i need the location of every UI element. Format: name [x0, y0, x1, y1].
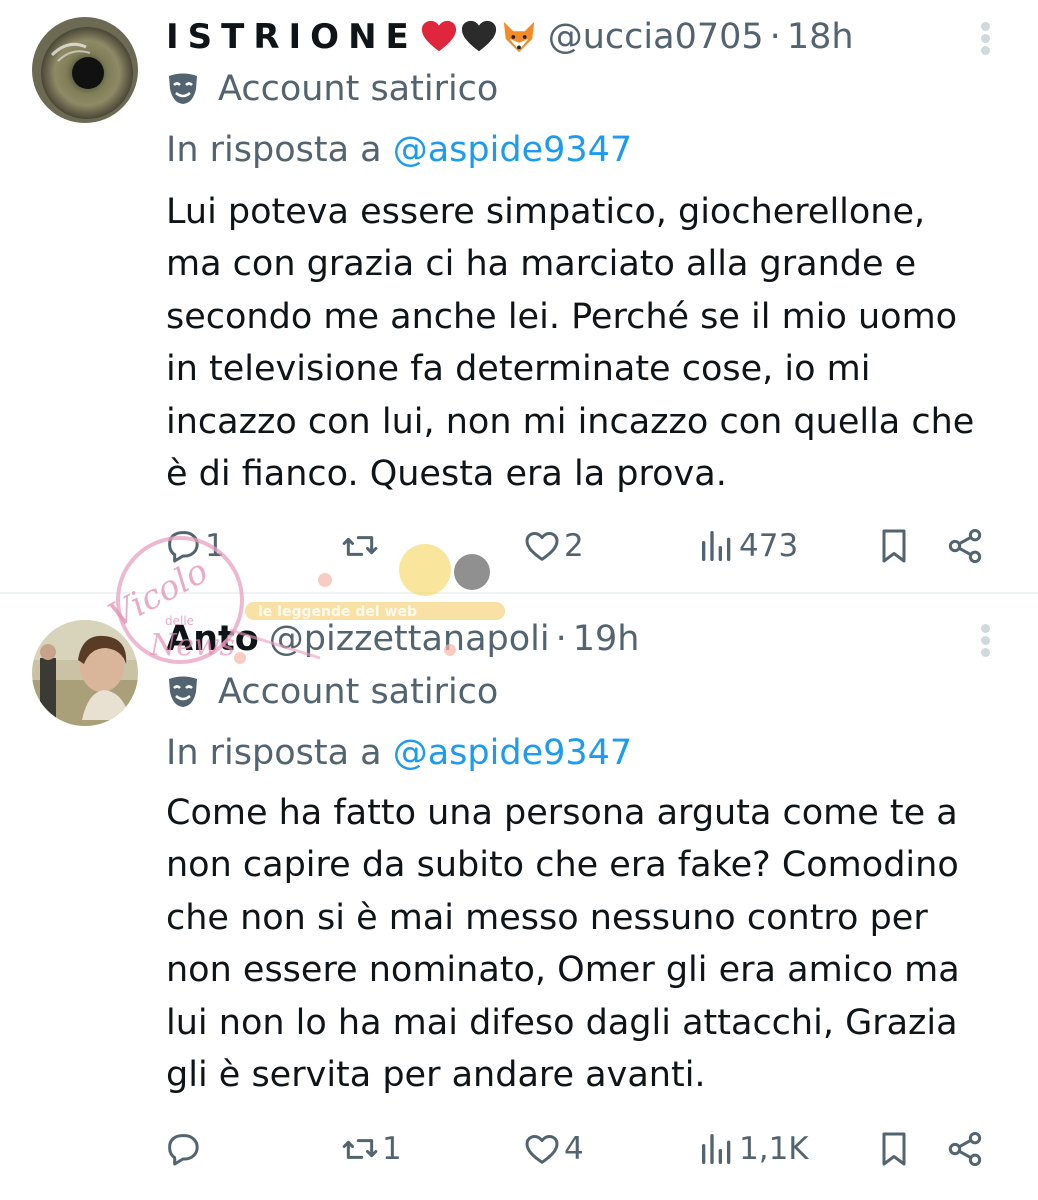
tweet-text: Come ha fatto una persona arguta come te… — [166, 787, 1006, 1101]
tweet-text-line: non essere nominato, Omer gli era amico … — [166, 950, 960, 991]
reply-icon — [168, 1134, 199, 1166]
tweet-text-line: incazzo con lui, non mi incazzo con quel… — [166, 401, 975, 442]
reply-button[interactable]: 1 — [163, 521, 225, 571]
like-button[interactable]: 2 — [522, 521, 584, 571]
reply-mention-link[interactable]: @aspide9347 — [393, 733, 632, 773]
reply-context: In risposta a @aspide9347 — [166, 730, 632, 776]
theater-mask-icon — [169, 73, 197, 104]
action-bar: 1 4 1,1K — [0, 1124, 1038, 1174]
tweet[interactable]: ISTRIONE @uccia0705 · 18h Account satiri… — [0, 0, 1038, 592]
tweet-text-line: Lui poteva essere simpatico, giocherello… — [166, 192, 926, 232]
tweet-text-line: in televisione fa determinate cose, io m… — [166, 349, 871, 390]
avatar[interactable] — [32, 620, 138, 726]
like-count: 2 — [564, 528, 584, 564]
retweet-count: 1 — [382, 1131, 402, 1167]
display-name[interactable]: ISTRIONE — [166, 14, 418, 60]
tweet-header: ISTRIONE @uccia0705 · 18h — [166, 14, 854, 60]
account-label-text: Account satirico — [218, 69, 499, 109]
reply-count: 1 — [205, 528, 225, 564]
views-icon — [702, 531, 731, 561]
black-heart-emoji — [461, 20, 496, 52]
share-icon — [948, 1132, 982, 1166]
reply-prefix: In risposta a — [166, 130, 382, 170]
fox-face-emoji — [503, 21, 534, 53]
tweet-text-line: lui non lo ha mai difeso dagli attacchi,… — [166, 1002, 958, 1043]
tweet-text-line: è di fianco. Questa era la prova. — [166, 454, 727, 495]
tweet-text-line: non capire da subito che era fake? Comod… — [166, 845, 959, 886]
tweet-text-line: secondo me anche lei. Perché se il mio u… — [166, 296, 958, 337]
tweet-text-line: Come ha fatto una persona arguta come te… — [166, 793, 958, 833]
action-bar: 1 2 473 — [0, 521, 1038, 571]
tweet[interactable]: Anto @pizzettanapoli · 19h Account satir… — [0, 594, 1038, 1200]
bookmark-icon — [882, 1132, 906, 1166]
share-button[interactable] — [945, 521, 985, 571]
tweet-text-line: ma con grazia ci ha marciato alla grande… — [166, 244, 917, 285]
red-heart-emoji — [421, 20, 456, 52]
display-name[interactable]: Anto — [166, 616, 259, 662]
bookmark-icon — [882, 529, 906, 563]
retweet-icon — [342, 1139, 378, 1159]
reply-prefix: In risposta a — [166, 733, 382, 773]
timestamp[interactable]: 18h — [787, 14, 854, 60]
bookmark-button[interactable] — [874, 1124, 914, 1174]
views-count: 1,1K — [739, 1131, 809, 1167]
tweet-text: Lui poteva essere simpatico, giocherello… — [166, 186, 1006, 500]
account-label: Account satirico — [166, 67, 498, 111]
views-button[interactable]: 1,1K — [697, 1124, 809, 1174]
more-vertical-icon[interactable] — [976, 18, 996, 58]
reply-mention-link[interactable]: @aspide9347 — [393, 130, 632, 170]
tweet-text-line: che non si è mai messo nessuno contro pe… — [166, 897, 928, 938]
reply-context: In risposta a @aspide9347 — [166, 127, 632, 173]
separator: · — [769, 17, 781, 57]
views-icon — [702, 1134, 731, 1164]
heart-icon — [525, 1135, 559, 1164]
theater-mask-icon — [169, 676, 197, 707]
retweet-button[interactable] — [340, 521, 382, 571]
like-count: 4 — [564, 1131, 584, 1167]
like-button[interactable]: 4 — [522, 1124, 584, 1174]
handle[interactable]: @uccia0705 — [548, 14, 764, 60]
handle[interactable]: @pizzettanapoli — [269, 616, 550, 662]
tweet-text-line: gli è servita per andare avanti. — [166, 1055, 706, 1096]
tweet-header: Anto @pizzettanapoli · 19h — [166, 616, 639, 662]
views-button[interactable]: 473 — [697, 521, 798, 571]
share-button[interactable] — [945, 1124, 985, 1174]
reply-icon — [168, 531, 199, 563]
views-count: 473 — [739, 528, 799, 564]
more-vertical-icon[interactable] — [976, 620, 996, 660]
share-icon — [948, 529, 982, 563]
reply-button[interactable] — [163, 1124, 205, 1174]
retweet-button[interactable]: 1 — [340, 1124, 402, 1174]
timestamp[interactable]: 19h — [573, 616, 640, 662]
heart-icon — [525, 532, 559, 561]
account-label: Account satirico — [166, 670, 498, 714]
retweet-icon — [342, 536, 378, 556]
account-label-text: Account satirico — [218, 672, 499, 712]
separator: · — [555, 619, 567, 659]
bookmark-button[interactable] — [874, 521, 914, 571]
avatar[interactable] — [32, 17, 138, 123]
